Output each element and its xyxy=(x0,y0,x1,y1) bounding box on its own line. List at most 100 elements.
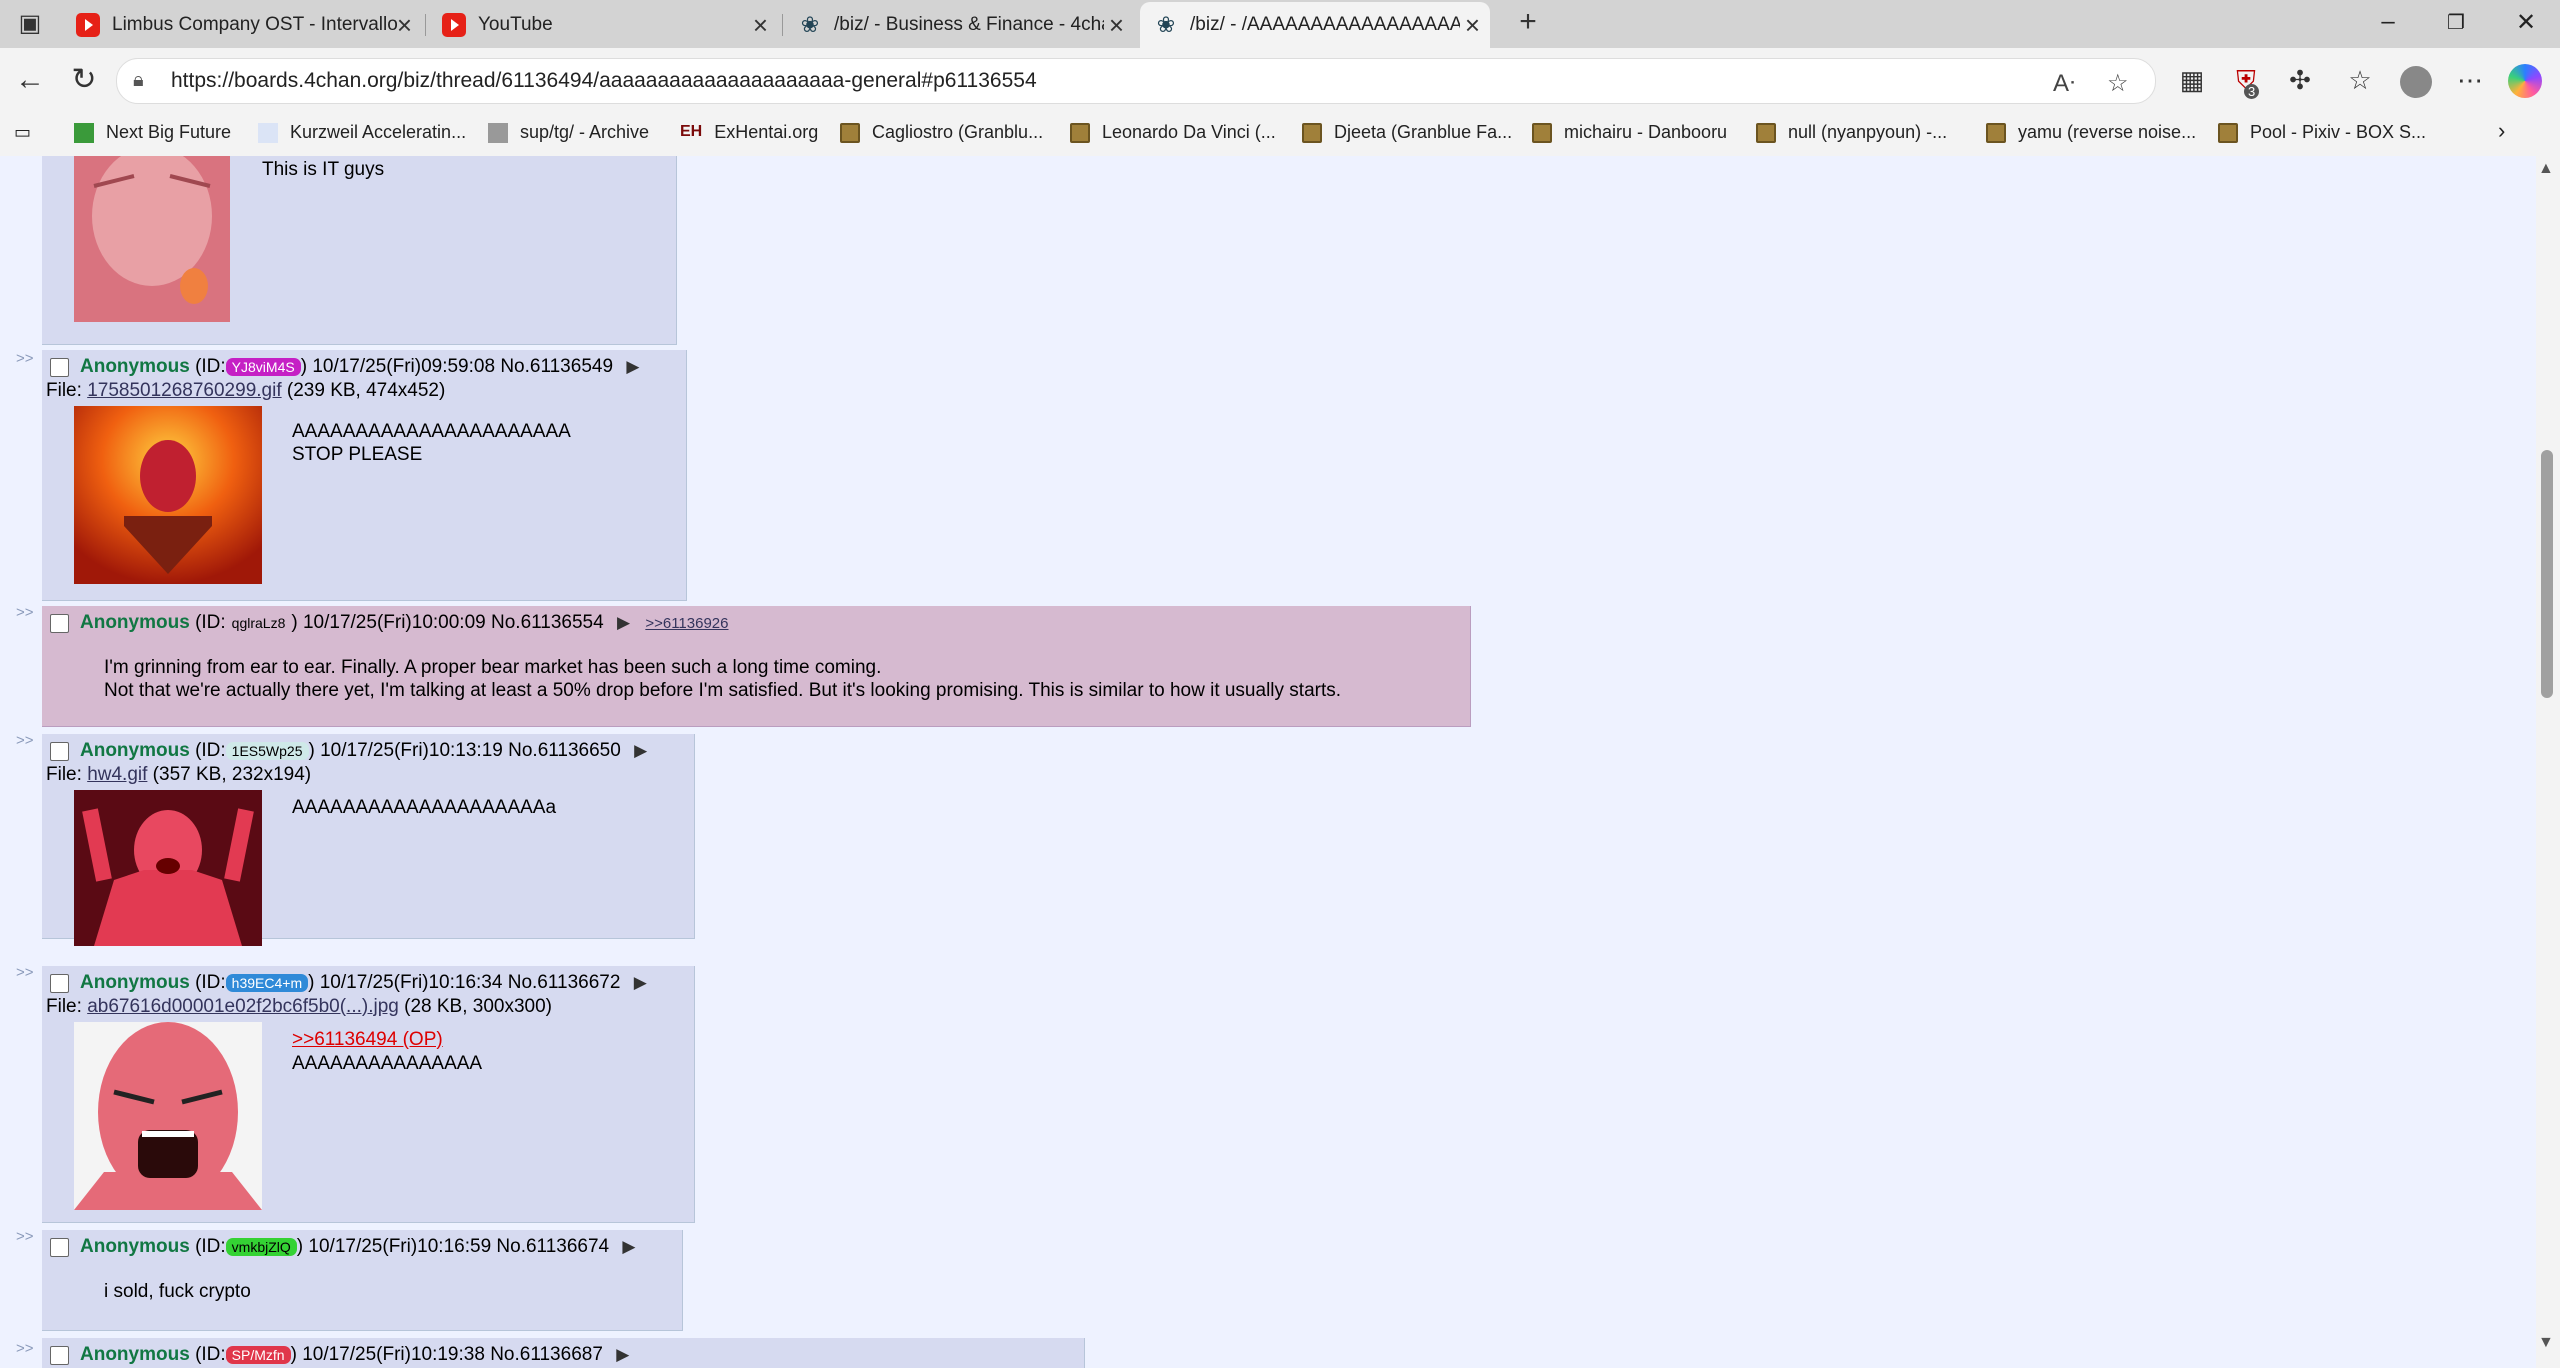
bookmark-suptg[interactable]: sup/tg/ - Archive xyxy=(488,122,649,143)
bookmark-cagliostro[interactable]: Cagliostro (Granblu... xyxy=(840,122,1043,143)
favorite-star-icon[interactable]: ☆ xyxy=(2107,69,2129,98)
url-text[interactable]: https://boards.4chan.org/biz/thread/6113… xyxy=(171,69,1037,93)
minimize-icon[interactable]: – xyxy=(2368,8,2408,36)
close-window-icon[interactable]: ✕ xyxy=(2506,8,2546,37)
post-checkbox[interactable] xyxy=(50,358,69,377)
scrollbar-thumb[interactable] xyxy=(2541,450,2553,698)
scroll-down-icon[interactable]: ▼ xyxy=(2538,1334,2554,1352)
post-number[interactable]: No.61136687 xyxy=(490,1344,603,1365)
tab-youtube[interactable]: YouTube × xyxy=(428,2,778,48)
close-tab-icon[interactable]: × xyxy=(1109,10,1124,41)
post-message: AAAAAAAAAAAAAAAAAAAAAA STOP PLEASE xyxy=(292,421,571,465)
poster-name: Anonymous xyxy=(80,972,190,993)
bookmark-djeeta[interactable]: Djeeta (Granblue Fa... xyxy=(1302,122,1512,143)
sidebar-toggle-icon[interactable]: ▣ xyxy=(10,4,50,44)
file-link[interactable]: 1758501268760299.gif xyxy=(87,380,281,401)
bookmark-yamu[interactable]: yamu (reverse noise... xyxy=(1986,122,2196,143)
read-aloud-icon[interactable]: Aᐧ xyxy=(2053,69,2075,98)
restore-icon[interactable]: ❐ xyxy=(2436,10,2476,35)
file-link[interactable]: ab67616d00001e02f2bc6f5b0(...).jpg xyxy=(87,996,399,1017)
qr-code-icon[interactable]: ▦ xyxy=(2172,60,2212,100)
post-info: Anonymous (ID: vmkbjZlQ) 10/17/25(Fri)10:… xyxy=(80,1236,635,1258)
new-tab-icon[interactable]: + xyxy=(1508,2,1548,42)
backlink[interactable]: >>61136926 xyxy=(645,615,728,632)
poster-id-badge[interactable]: YJ8viM4S xyxy=(225,358,301,376)
copilot-icon[interactable] xyxy=(2508,64,2542,98)
post-checkbox[interactable] xyxy=(50,974,69,993)
post-menu-icon[interactable]: ▶ xyxy=(634,973,647,992)
close-tab-icon[interactable]: × xyxy=(397,10,412,41)
post-checkbox[interactable] xyxy=(50,1346,69,1365)
refresh-icon[interactable]: ↻ xyxy=(64,60,104,100)
bookmark-label: Cagliostro (Granblu... xyxy=(872,122,1044,142)
youtube-icon xyxy=(442,13,466,37)
poster-id-badge[interactable]: h39EC4+m xyxy=(225,974,309,992)
bookmark-leonardo[interactable]: Leonardo Da Vinci (... xyxy=(1070,122,1276,143)
post-thumbnail[interactable] xyxy=(74,406,262,584)
address-bar[interactable]: 🔒︎ https://boards.4chan.org/biz/thread/6… xyxy=(116,58,2156,104)
post-menu-icon[interactable]: ▶ xyxy=(617,613,630,632)
bookmark-next-big-future[interactable]: Next Big Future xyxy=(74,122,231,143)
settings-more-icon[interactable]: ⋯ xyxy=(2450,60,2490,100)
poster-id-badge[interactable]: qglraLz8 xyxy=(225,614,292,632)
bookmark-exhentai[interactable]: EH ExHentai.org xyxy=(680,122,818,143)
post-message: AAAAAAAAAAAAAAA xyxy=(292,1053,483,1074)
op-quote-link[interactable]: >>61136494 (OP) xyxy=(292,1028,443,1051)
lock-icon: 🔒︎ xyxy=(133,69,144,91)
tab-limbus[interactable]: Limbus Company OST - Intervallo × xyxy=(62,2,422,48)
tab-biz-thread[interactable]: ❀ /biz/ - /AAAAAAAAAAAAAAAAA/ × xyxy=(1140,2,1490,48)
post-number[interactable]: No.61136549 xyxy=(500,356,613,377)
post-checkbox[interactable] xyxy=(50,742,69,761)
id-prefix: (ID: xyxy=(195,612,226,633)
post-number[interactable]: No.61136650 xyxy=(508,740,621,761)
post-thumbnail[interactable] xyxy=(74,156,230,322)
close-tab-icon[interactable]: × xyxy=(1465,10,1480,41)
post-number[interactable]: No.61136672 xyxy=(508,972,621,993)
file-details: (28 KB, 300x300) xyxy=(404,996,552,1017)
profile-avatar[interactable] xyxy=(2400,66,2432,98)
post-checkbox[interactable] xyxy=(50,1238,69,1257)
poster-name: Anonymous xyxy=(80,1344,190,1365)
favorites-icon[interactable]: ☆ xyxy=(2340,60,2380,100)
back-icon[interactable]: ← xyxy=(10,60,50,100)
file-link[interactable]: hw4.gif xyxy=(87,764,147,785)
bookmark-pool-pixiv[interactable]: Pool - Pixiv - BOX S... xyxy=(2218,122,2426,143)
tab-biz-catalog[interactable]: ❀ /biz/ - Business & Finance - 4chan × xyxy=(784,2,1134,48)
post-thumbnail[interactable] xyxy=(74,790,262,946)
bookmark-label: Leonardo Da Vinci (... xyxy=(1102,122,1276,142)
close-tab-icon[interactable]: × xyxy=(753,10,768,41)
reply-arrows: >> xyxy=(16,1340,34,1357)
file-label: File: xyxy=(46,996,82,1017)
bookmark-null[interactable]: null (nyanpyoun) -... xyxy=(1756,122,1947,143)
poster-id-badge[interactable]: 1ES5Wp25 xyxy=(225,742,309,760)
post-menu-icon[interactable]: ▶ xyxy=(626,357,639,376)
reply-arrows: >> xyxy=(16,350,34,367)
bookmark-michairu[interactable]: michairu - Danbooru xyxy=(1532,122,1727,143)
post-message: I'm grinning from ear to ear. Finally. A… xyxy=(104,657,1342,701)
poster-id-badge[interactable]: vmkbjZlQ xyxy=(225,1238,297,1256)
thread-page: This is IT guys >> Anonymous (ID: YJ8viM4… xyxy=(0,156,2536,1368)
post-menu-icon[interactable]: ▶ xyxy=(616,1345,629,1364)
post-menu-icon[interactable]: ▶ xyxy=(622,1237,635,1256)
post-thumbnail[interactable] xyxy=(74,1022,262,1210)
post-date: 10/17/25(Fri)10:13:19 xyxy=(320,740,503,761)
post-number[interactable]: No.61136554 xyxy=(491,612,604,633)
tab-title: /biz/ - /AAAAAAAAAAAAAAAAA/ xyxy=(1190,14,1460,35)
bookmark-label: null (nyanpyoun) -... xyxy=(1788,122,1948,142)
extensions-puzzle-icon[interactable]: ✣ xyxy=(2280,60,2320,100)
youtube-icon xyxy=(76,13,100,37)
id-prefix: (ID: xyxy=(195,1344,226,1365)
chevron-right-icon[interactable]: › xyxy=(2498,118,2505,144)
file-info: File: hw4.gif (357 KB, 232x194) xyxy=(46,764,311,786)
page-scrollbar[interactable] xyxy=(2536,156,2560,1368)
bookmark-label: Next Big Future xyxy=(106,122,232,142)
poster-id-badge[interactable]: SP/Mzfn xyxy=(225,1346,291,1364)
bookmarks-menu-icon[interactable]: ▭ xyxy=(14,122,31,143)
bookmark-kurzweil[interactable]: Kurzweil Acceleratin... xyxy=(258,122,466,143)
post-info: Anonymous (ID: 1ES5Wp25) 10/17/25(Fri)10:… xyxy=(80,740,647,762)
post-number[interactable]: No.61136674 xyxy=(496,1236,609,1257)
post-message: AAAAAAAAAAAAAAAAAAAAa xyxy=(292,797,557,818)
post-menu-icon[interactable]: ▶ xyxy=(634,741,647,760)
scroll-up-icon[interactable]: ▲ xyxy=(2538,160,2554,178)
post-checkbox[interactable] xyxy=(50,614,69,633)
